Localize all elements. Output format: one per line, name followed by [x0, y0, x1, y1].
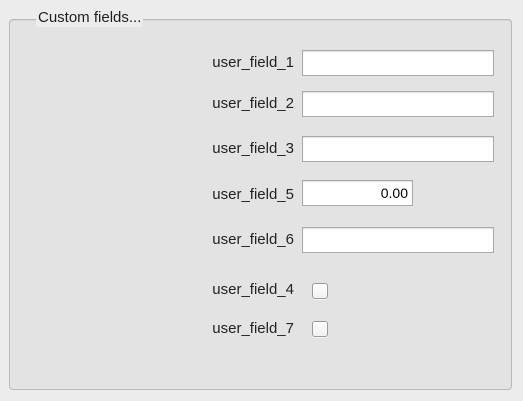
user-field-6-input[interactable] [302, 227, 494, 253]
user-field-4-checkbox[interactable] [312, 283, 328, 299]
user-field-3-label: user_field_3 [212, 140, 294, 157]
user-field-7-label: user_field_7 [212, 320, 294, 337]
user-field-4-label: user_field_4 [212, 281, 294, 298]
user-field-6-label: user_field_6 [212, 231, 294, 248]
user-field-1-label: user_field_1 [212, 54, 294, 71]
user-field-2-label: user_field_2 [212, 95, 294, 112]
user-field-2-input[interactable] [302, 91, 494, 117]
user-field-3-input[interactable] [302, 136, 494, 162]
user-field-5-input[interactable] [302, 180, 413, 206]
user-field-7-checkbox[interactable] [312, 321, 328, 337]
user-field-5-label: user_field_5 [212, 186, 294, 203]
group-title: Custom fields... [36, 9, 144, 27]
user-field-1-input[interactable] [302, 50, 494, 76]
